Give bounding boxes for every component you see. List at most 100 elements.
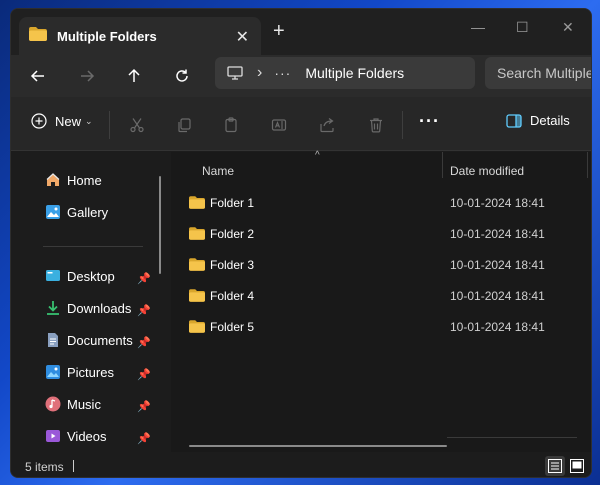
copy-icon [178, 118, 191, 133]
arrow-up-icon [128, 68, 140, 82]
file-name: Folder 2 [210, 227, 255, 241]
pin-icon: 📌 [137, 305, 151, 317]
table-row[interactable]: Folder 2 10-01-2024 18:41 [171, 219, 591, 250]
minimize-button[interactable]: — [471, 19, 485, 35]
breadcrumb-current-location[interactable]: Multiple Folders [305, 65, 404, 81]
sidebar-item-label: Documents [67, 332, 133, 348]
sidebar-item-label: Music [67, 396, 101, 412]
breadcrumb-overflow-button[interactable]: ··· [274, 65, 291, 81]
tiles-view-button[interactable] [567, 456, 587, 476]
table-row[interactable]: Folder 1 10-01-2024 18:41 [171, 188, 591, 219]
file-date-modified: 10-01-2024 18:41 [450, 320, 545, 334]
table-row[interactable]: Folder 3 10-01-2024 18:41 [171, 250, 591, 281]
column-header-name[interactable]: Name [202, 164, 234, 178]
sidebar-item-desktop[interactable]: Desktop [45, 268, 115, 284]
trash-icon [370, 118, 382, 133]
more-options-button[interactable]: ··· [419, 111, 440, 132]
forward-button[interactable] [76, 65, 98, 87]
item-count: 5 items [25, 460, 64, 474]
details-view-button[interactable] [545, 456, 565, 476]
up-button[interactable] [123, 65, 145, 87]
pin-icon: 📌 [137, 369, 151, 381]
chevron-down-icon: ⌄ [85, 115, 93, 126]
pin-icon: 📌 [137, 273, 151, 285]
paste-button[interactable] [221, 115, 241, 135]
sidebar-item-videos[interactable]: Videos [45, 428, 107, 444]
sidebar-item-downloads[interactable]: Downloads [45, 300, 131, 316]
new-button[interactable]: New ⌄ [31, 113, 93, 129]
sidebar-item-label: Downloads [67, 300, 132, 316]
horizontal-divider [447, 437, 577, 438]
delete-button[interactable] [366, 115, 386, 135]
sort-ascending-icon: ^ [315, 150, 320, 161]
tab-multiple-folders[interactable]: Multiple Folders ✕ [19, 17, 261, 55]
downloads-icon [45, 300, 61, 316]
copy-button[interactable] [174, 115, 194, 135]
sidebar-item-label: Home [67, 172, 102, 188]
arrow-left-icon [30, 70, 44, 82]
folder-icon [189, 227, 205, 245]
arrow-right-icon [81, 70, 95, 82]
new-tab-button[interactable]: + [273, 21, 285, 41]
navigation-pane: Home Gallery Desktop 📌 Downloads 📌 Docum… [11, 152, 171, 452]
rename-icon [271, 119, 287, 131]
sidebar-item-pictures[interactable]: Pictures [45, 364, 114, 380]
column-divider[interactable] [587, 152, 588, 178]
sidebar-item-home[interactable]: Home [45, 172, 102, 188]
toolbar-divider [402, 111, 403, 139]
refresh-button[interactable] [171, 65, 193, 87]
title-bar: Multiple Folders ✕ + — ☐ ✕ [11, 9, 591, 55]
sidebar-scrollbar[interactable] [159, 176, 161, 274]
sidebar-item-label: Gallery [67, 204, 109, 220]
sidebar-item-music[interactable]: Music [45, 396, 101, 412]
new-button-label: New [55, 113, 82, 129]
file-name: Folder 3 [210, 258, 255, 272]
column-divider[interactable] [442, 152, 443, 178]
sidebar-item-label: Desktop [67, 268, 115, 284]
plus-circle-icon [31, 113, 47, 129]
file-name: Folder 4 [210, 289, 255, 303]
file-explorer-window: Multiple Folders ✕ + — ☐ ✕ › ··· Multipl… [10, 8, 592, 478]
share-button[interactable] [317, 115, 337, 135]
file-date-modified: 10-01-2024 18:41 [450, 227, 545, 241]
folder-icon [189, 196, 205, 214]
file-name: Folder 5 [210, 320, 255, 334]
table-row[interactable]: Folder 4 10-01-2024 18:41 [171, 281, 591, 312]
desktop-icon [45, 268, 61, 284]
address-bar[interactable]: › ··· Multiple Folders [215, 57, 475, 89]
breadcrumb-separator: › [257, 64, 263, 81]
search-input[interactable]: Search Multiple Folders [485, 57, 591, 89]
table-row[interactable]: Folder 5 10-01-2024 18:41 [171, 312, 591, 343]
horizontal-scrollbar[interactable] [189, 445, 447, 447]
rename-button[interactable] [269, 115, 289, 135]
cut-button[interactable] [127, 115, 147, 135]
folder-icon [189, 289, 205, 307]
status-divider [73, 460, 74, 472]
pin-icon: 📌 [137, 401, 151, 413]
gallery-icon [45, 204, 61, 220]
tab-title: Multiple Folders [57, 28, 157, 44]
file-date-modified: 10-01-2024 18:41 [450, 289, 545, 303]
music-icon [45, 396, 61, 412]
tab-close-button[interactable]: ✕ [236, 27, 249, 47]
maximize-button[interactable]: ☐ [516, 19, 529, 36]
column-header-date-modified[interactable]: Date modified [450, 164, 524, 178]
documents-icon [45, 332, 61, 348]
file-list-pane: ^ Name Date modified Folder 1 10-01-2024… [171, 150, 591, 452]
sidebar-item-gallery[interactable]: Gallery [45, 204, 108, 220]
back-button[interactable] [27, 65, 49, 87]
status-bar: 5 items [11, 452, 591, 477]
folder-icon [29, 26, 47, 46]
folder-icon [189, 320, 205, 338]
monitor-icon [227, 66, 243, 80]
sidebar-item-label: Pictures [67, 364, 114, 380]
navigation-bar: › ··· Multiple Folders Search Multiple F… [11, 55, 591, 97]
home-icon [45, 172, 61, 188]
details-pane-button[interactable]: Details [506, 113, 570, 128]
close-window-button[interactable]: ✕ [562, 19, 574, 36]
command-bar: New ⌄ ··· Details [11, 97, 591, 151]
share-icon [320, 118, 334, 133]
refresh-icon [176, 69, 188, 82]
sidebar-item-documents[interactable]: Documents [45, 332, 133, 348]
pin-icon: 📌 [137, 337, 151, 349]
